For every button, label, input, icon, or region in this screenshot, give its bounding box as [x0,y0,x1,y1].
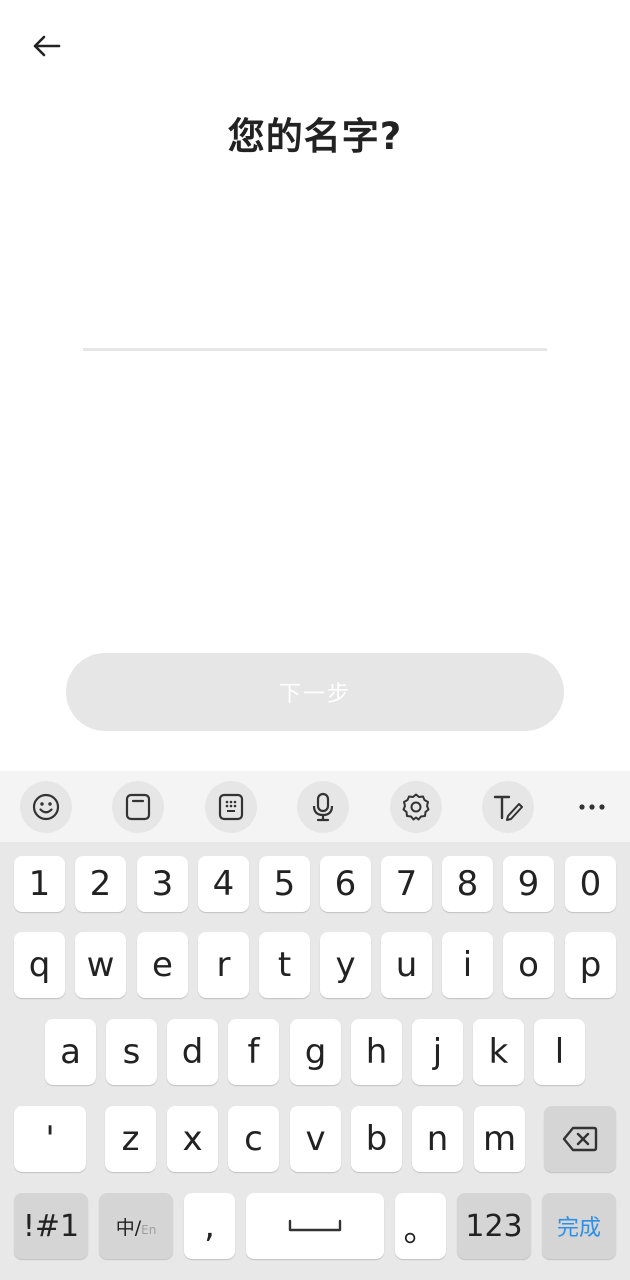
language-switch-key[interactable]: 中/En [99,1193,173,1259]
key-o[interactable]: o [503,932,554,998]
keyboard-toolbar [0,771,630,842]
emoji-icon [32,793,60,821]
keypad-button[interactable] [205,781,257,833]
key-q[interactable]: q [14,932,65,998]
key-d[interactable]: d [167,1019,218,1085]
key-l[interactable]: l [534,1019,585,1085]
key-t[interactable]: t [259,932,310,998]
space-key[interactable] [246,1193,384,1259]
key-e[interactable]: e [137,932,188,998]
voice-input-button[interactable] [297,781,349,833]
more-button[interactable] [566,781,618,833]
key-n[interactable]: n [412,1106,463,1172]
page-title: 您的名字? [227,115,403,158]
key-apostrophe[interactable]: ' [14,1106,86,1172]
backspace-key[interactable] [544,1106,616,1172]
key-w[interactable]: w [75,932,126,998]
key-u[interactable]: u [381,932,432,998]
key-6[interactable]: 6 [320,856,371,912]
soft-keyboard: 1 2 3 4 5 6 7 8 9 0 q w e r t y u i o p … [0,771,630,1280]
language-main-label: 中/ [115,1216,142,1239]
key-s[interactable]: s [106,1019,157,1085]
key-z[interactable]: z [105,1106,156,1172]
backspace-icon [562,1126,598,1152]
numbers-key[interactable]: 123 [457,1193,531,1259]
name-input[interactable] [83,290,547,351]
key-0[interactable]: 0 [565,856,616,912]
comma-key[interactable]: , [184,1193,235,1259]
key-y[interactable]: y [320,932,371,998]
key-7[interactable]: 7 [381,856,432,912]
clipboard-icon [125,793,151,821]
arrow-left-icon [33,35,61,57]
key-p[interactable]: p [565,932,616,998]
key-2[interactable]: 2 [75,856,126,912]
key-k[interactable]: k [473,1019,524,1085]
key-h[interactable]: h [351,1019,402,1085]
key-g[interactable]: g [290,1019,341,1085]
key-1[interactable]: 1 [14,856,65,912]
symbols-key[interactable]: !#1 [14,1193,88,1259]
key-r[interactable]: r [198,932,249,998]
more-icon [579,804,605,810]
key-i[interactable]: i [442,932,493,998]
handwriting-icon [493,795,523,821]
key-f[interactable]: f [228,1019,279,1085]
period-key[interactable]: 。 [395,1193,446,1259]
key-b[interactable]: b [351,1106,402,1172]
key-m[interactable]: m [474,1106,525,1172]
key-a[interactable]: a [45,1019,96,1085]
back-button[interactable] [22,24,70,68]
key-v[interactable]: v [290,1106,341,1172]
keypad-icon [218,793,244,821]
key-9[interactable]: 9 [503,856,554,912]
microphone-icon [312,792,334,822]
key-c[interactable]: c [228,1106,279,1172]
key-x[interactable]: x [167,1106,218,1172]
emoji-button[interactable] [20,781,72,833]
space-icon [288,1219,342,1232]
clipboard-button[interactable] [112,781,164,833]
next-button[interactable]: 下一步 [66,653,564,731]
key-5[interactable]: 5 [259,856,310,912]
key-j[interactable]: j [412,1019,463,1085]
key-3[interactable]: 3 [137,856,188,912]
settings-button[interactable] [390,781,442,833]
language-alt-label: En [141,1222,157,1237]
key-4[interactable]: 4 [198,856,249,912]
handwriting-button[interactable] [482,781,534,833]
settings-icon [402,793,430,821]
done-key[interactable]: 完成 [542,1193,616,1259]
key-8[interactable]: 8 [442,856,493,912]
